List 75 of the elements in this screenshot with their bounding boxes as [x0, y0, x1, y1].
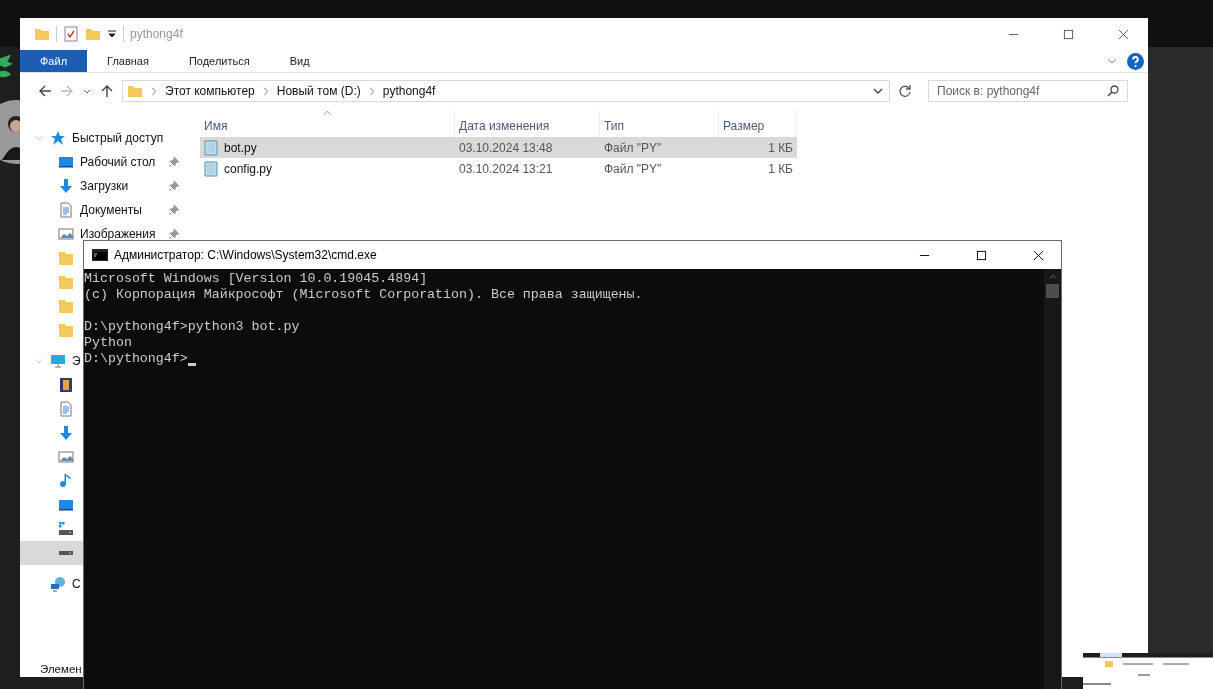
film-icon [58, 377, 74, 393]
console-line: Python [84, 335, 132, 351]
monitor-icon [50, 353, 66, 369]
window-title: pythong4f [130, 27, 183, 41]
sidebar-item[interactable]: Быстрый доступ [72, 131, 164, 145]
console-line: (c) Корпорация Майкрософт (Microsoft Corporation). Все права защищены. [84, 287, 643, 303]
sidebar-highlight[interactable] [20, 541, 83, 565]
folder-icon [58, 298, 74, 314]
table-cell: 1 КБ [768, 140, 793, 155]
pin-icon [169, 157, 179, 167]
dropdown-icon[interactable] [107, 29, 117, 39]
text-file-icon [203, 160, 219, 177]
sidebar-item[interactable]: Изображения [80, 227, 156, 241]
folder-icon [58, 274, 74, 290]
search-field[interactable]: Поиск в: pythong4f [928, 80, 1128, 102]
monitor-icon [58, 497, 74, 513]
download-icon [58, 178, 74, 194]
chevron-icon[interactable] [873, 86, 883, 96]
console-icon [92, 249, 108, 261]
document-icon [58, 401, 74, 417]
refresh-icon[interactable] [898, 84, 912, 98]
sidebar-item[interactable]: С [72, 577, 81, 591]
logo-icon [0, 54, 13, 79]
sidebar-item[interactable]: Э [72, 354, 81, 368]
image-icon [58, 226, 74, 242]
console-line: D:\pythong4f> [84, 351, 188, 367]
breadcrumb[interactable]: pythong4f [382, 84, 436, 98]
console-line: D:\pythong4f>python3 bot.py [84, 319, 300, 335]
sort-caret-icon [323, 110, 332, 116]
maximize-icon[interactable] [1063, 28, 1074, 40]
network-icon [50, 576, 66, 592]
ribbon-tab[interactable]: Файл [20, 50, 88, 72]
text-file-icon [203, 139, 219, 156]
file-name: bot.py [224, 140, 257, 155]
up-arrow-icon[interactable] [100, 84, 114, 98]
table-cell: 03.10.2024 13:21 [459, 161, 553, 176]
properties-icon[interactable] [63, 26, 79, 42]
status-text: Элемен [39, 663, 83, 675]
scrollbar-thumb[interactable] [1046, 284, 1059, 298]
pin-icon [169, 205, 179, 215]
pin-icon [169, 229, 179, 239]
document-icon [58, 202, 74, 218]
download-icon [58, 425, 74, 441]
pin-icon [169, 181, 179, 191]
table-cell: Файл "PY" [604, 161, 662, 176]
console-line: Microsoft Windows [Version 10.0.19045.4894] [84, 271, 428, 287]
help-icon[interactable] [1127, 52, 1144, 70]
search-icon [1107, 85, 1119, 97]
breadcrumb[interactable]: Новый том (D:) [276, 84, 361, 98]
drive-icon [58, 521, 74, 537]
folder-icon [58, 250, 74, 266]
scrollbar[interactable] [1044, 269, 1061, 689]
sidebar-item[interactable]: Рабочий стол [80, 155, 156, 169]
maximize-icon[interactable] [976, 249, 987, 261]
close-icon[interactable] [1033, 249, 1044, 261]
drive-icon [59, 551, 73, 555]
music-note-icon [58, 473, 74, 489]
folder-icon [58, 322, 74, 338]
table-cell: 03.10.2024 13:48 [459, 140, 553, 155]
monitor-icon [58, 154, 74, 170]
table-cell: 1 КБ [768, 161, 793, 176]
address-bar[interactable]: Этот компьютер Новый том (D:) pythong4f [122, 80, 890, 102]
star-icon [50, 130, 66, 146]
window-title: Администратор: C:\Windows\System32\cmd.exe [114, 248, 377, 262]
sidebar-item[interactable]: Документы [80, 203, 142, 217]
table-cell: Файл "PY" [604, 140, 662, 155]
back-icon[interactable] [38, 84, 52, 98]
file-row[interactable]: bot.py 03.10.2024 13:48 Файл "PY" 1 КБ [200, 137, 797, 158]
folder-icon [127, 83, 143, 99]
file-name: config.py [224, 161, 273, 176]
breadcrumb[interactable]: Этот компьютер [165, 84, 255, 98]
sidebar-item[interactable]: Загрузки [80, 179, 129, 193]
file-row[interactable]: config.py 03.10.2024 13:21 Файл "PY" 1 КБ [200, 158, 797, 179]
text-cursor [187, 363, 196, 366]
image-icon [58, 449, 74, 465]
